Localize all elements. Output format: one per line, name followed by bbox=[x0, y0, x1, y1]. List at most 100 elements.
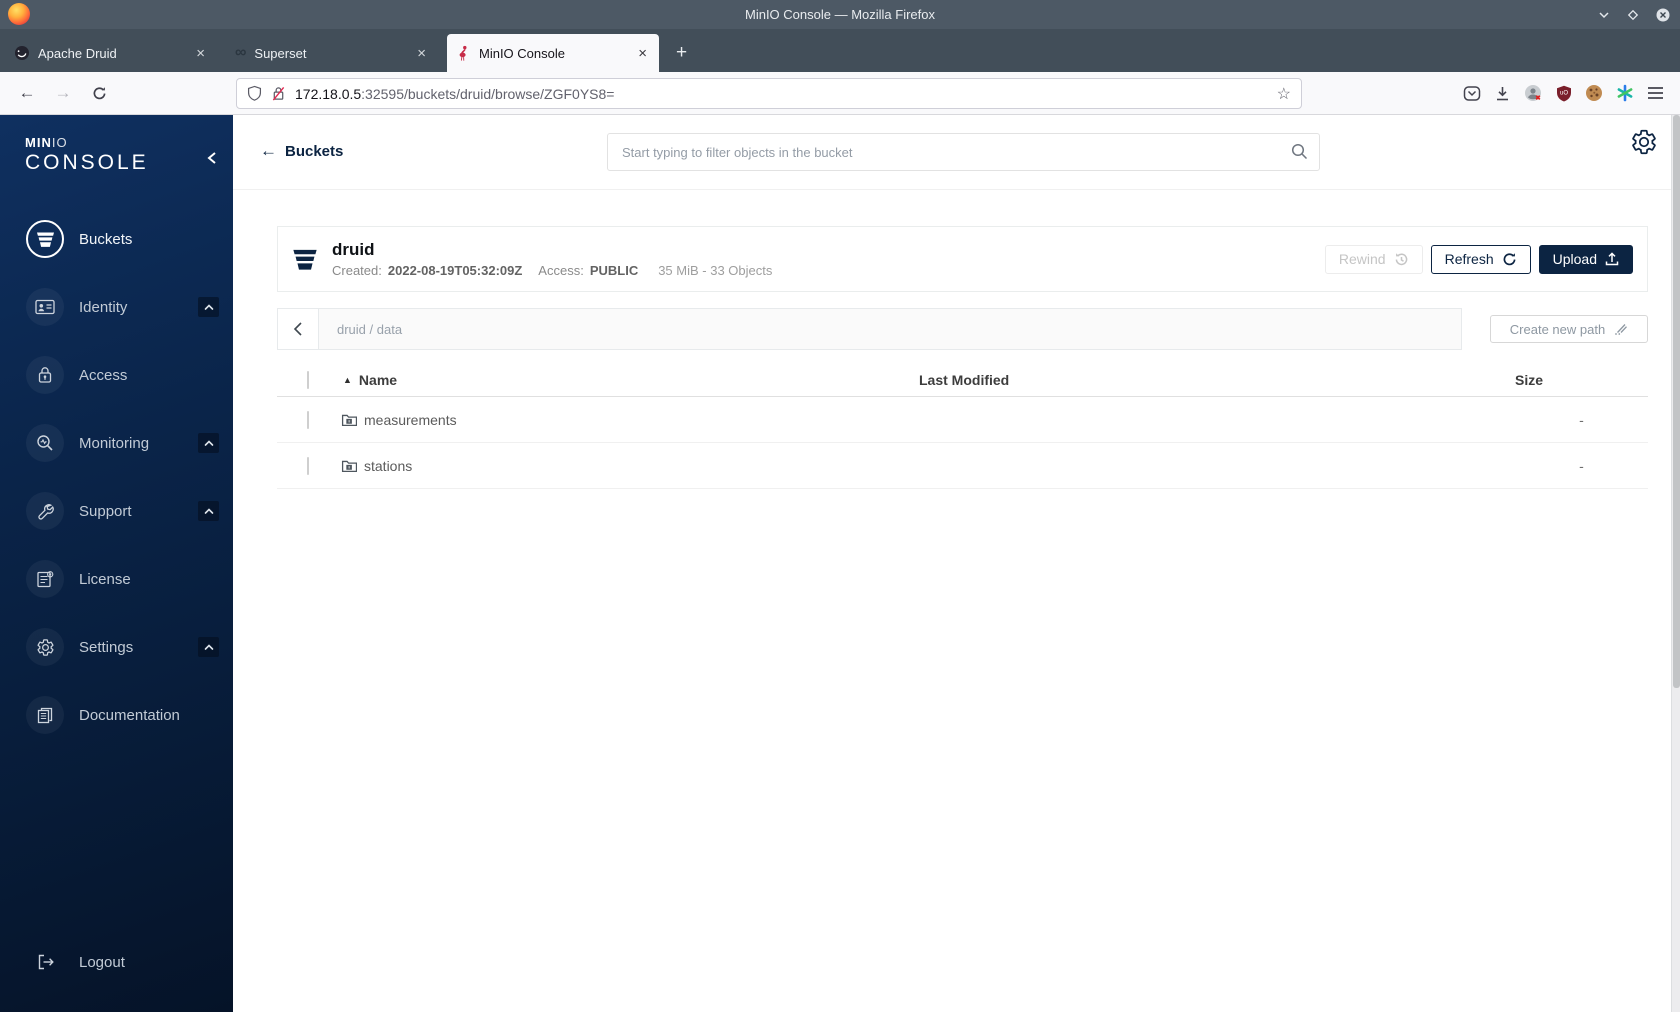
insecure-lock-icon[interactable] bbox=[271, 85, 286, 102]
pocket-icon[interactable] bbox=[1463, 85, 1481, 102]
license-icon bbox=[26, 560, 64, 598]
column-header-name[interactable]: Name bbox=[359, 372, 397, 388]
url-path: :32595/buckets/druid/browse/ZGF0YS8= bbox=[361, 85, 615, 102]
bookmark-star-icon[interactable]: ☆ bbox=[1277, 84, 1291, 104]
logo-min: MIN bbox=[25, 135, 52, 150]
tab-close-icon[interactable]: × bbox=[414, 45, 429, 62]
sidebar-item-label: Support bbox=[79, 502, 132, 520]
cookie-extension-icon[interactable] bbox=[1585, 84, 1603, 102]
path-row: druid / data Create new path bbox=[277, 308, 1648, 350]
url-bar[interactable]: 172.18.0.5:32595/buckets/druid/browse/ZG… bbox=[236, 78, 1302, 109]
objects-table: ▲ Name Last Modified Size measurements - bbox=[277, 364, 1648, 489]
sidebar-item-license[interactable]: License bbox=[0, 545, 233, 613]
settings-gear-icon bbox=[26, 628, 64, 666]
identity-icon bbox=[26, 288, 64, 326]
create-new-path-button[interactable]: Create new path bbox=[1490, 315, 1648, 343]
druid-favicon bbox=[15, 46, 29, 60]
table-row[interactable]: stations - bbox=[277, 443, 1648, 489]
create-path-icon bbox=[1615, 324, 1628, 335]
sidebar-item-label: Monitoring bbox=[79, 434, 150, 452]
chevron-up-icon[interactable] bbox=[198, 297, 219, 317]
logout-icon bbox=[26, 943, 64, 981]
bucket-summary-card: druid Created: 2022-08-19T05:32:09Z Acce… bbox=[277, 226, 1648, 292]
rewind-icon bbox=[1394, 251, 1407, 265]
url-host: 172.18.0.5 bbox=[295, 85, 362, 102]
downloads-icon[interactable] bbox=[1494, 85, 1511, 102]
back-button[interactable]: ← bbox=[12, 72, 42, 114]
create-path-label: Create new path bbox=[1509, 321, 1606, 337]
filter-objects-input[interactable] bbox=[607, 133, 1320, 171]
chevron-up-icon[interactable] bbox=[198, 433, 219, 453]
forward-button[interactable]: → bbox=[48, 72, 78, 114]
object-name[interactable]: measurements bbox=[364, 412, 457, 428]
documentation-icon bbox=[26, 696, 64, 734]
sidebar-item-support[interactable]: Support bbox=[0, 477, 233, 545]
sidebar-logout[interactable]: Logout bbox=[0, 928, 233, 996]
menu-hamburger-icon[interactable] bbox=[1647, 86, 1664, 100]
sidebar-item-buckets[interactable]: Buckets bbox=[0, 205, 233, 273]
logout-label: Logout bbox=[79, 953, 125, 971]
table-header-row: ▲ Name Last Modified Size bbox=[277, 364, 1648, 397]
logo-io: IO bbox=[51, 135, 68, 150]
multicolor-asterisk-extension-icon[interactable] bbox=[1616, 84, 1634, 102]
window-close-button[interactable] bbox=[1656, 8, 1670, 22]
sort-ascending-icon[interactable]: ▲ bbox=[343, 375, 352, 385]
tab-minio-console[interactable]: MinIO Console × bbox=[447, 34, 659, 72]
refresh-label: Refresh bbox=[1444, 251, 1494, 267]
browser-toolbar: ← → 172.18.0.5:32595/buckets/druid/brows… bbox=[0, 72, 1680, 115]
chevron-up-icon[interactable] bbox=[198, 501, 219, 521]
tab-close-icon[interactable]: × bbox=[635, 45, 650, 62]
created-value: 2022-08-19T05:32:09Z bbox=[387, 263, 523, 278]
window-maximize-button[interactable] bbox=[1627, 9, 1639, 21]
object-name[interactable]: stations bbox=[364, 458, 412, 474]
rewind-label: Rewind bbox=[1338, 251, 1386, 267]
sidebar-collapse-icon[interactable] bbox=[207, 151, 217, 170]
select-all-checkbox[interactable] bbox=[307, 371, 309, 389]
tab-apache-druid[interactable]: Apache Druid × bbox=[5, 34, 217, 72]
minio-favicon bbox=[459, 45, 467, 61]
search-icon bbox=[1291, 143, 1308, 165]
upload-icon bbox=[1605, 252, 1619, 266]
refresh-icon bbox=[1503, 251, 1516, 265]
tab-close-icon[interactable]: × bbox=[193, 45, 208, 62]
created-label: Created: bbox=[332, 263, 382, 278]
sidebar-item-access[interactable]: Access bbox=[0, 341, 233, 409]
page-scrollbar[interactable] bbox=[1671, 115, 1680, 1012]
upload-button[interactable]: Upload bbox=[1538, 244, 1633, 274]
ublock-icon[interactable]: uO bbox=[1556, 85, 1572, 102]
sidebar-item-label: Identity bbox=[79, 298, 128, 316]
sidebar-item-documentation[interactable]: Documentation bbox=[0, 681, 233, 749]
console-settings-gear-icon[interactable] bbox=[1630, 128, 1658, 161]
sidebar-item-settings[interactable]: Settings bbox=[0, 613, 233, 681]
window-titlebar: MinIO Console — Mozilla Firefox bbox=[0, 0, 1680, 29]
row-checkbox[interactable] bbox=[307, 410, 309, 429]
privacy-extension-icon[interactable] bbox=[1524, 84, 1543, 103]
path-back-button[interactable] bbox=[278, 309, 319, 349]
refresh-button[interactable]: Refresh bbox=[1430, 244, 1531, 274]
back-to-buckets-link[interactable]: ← Buckets bbox=[260, 141, 343, 161]
minio-sidebar: MINIO CONSOLE Buckets Identity Access Mo… bbox=[0, 115, 233, 1012]
row-checkbox[interactable] bbox=[307, 456, 309, 475]
window-minimize-button[interactable] bbox=[1598, 11, 1610, 19]
sidebar-item-identity[interactable]: Identity bbox=[0, 273, 233, 341]
superset-favicon: ∞ bbox=[235, 44, 247, 61]
breadcrumb-path[interactable]: druid / data bbox=[319, 309, 402, 349]
shield-permissions-icon[interactable] bbox=[247, 85, 262, 102]
scrollbar-thumb[interactable] bbox=[1673, 115, 1680, 688]
sidebar-item-label: Documentation bbox=[79, 706, 180, 724]
column-header-last-modified[interactable]: Last Modified bbox=[895, 372, 1515, 388]
tab-superset[interactable]: ∞ Superset × bbox=[226, 34, 438, 72]
chevron-up-icon[interactable] bbox=[198, 637, 219, 657]
bucket-size-summary: 35 MiB - 33 Objects bbox=[658, 263, 773, 278]
new-tab-button[interactable]: + bbox=[676, 42, 687, 64]
monitoring-icon bbox=[26, 424, 64, 462]
svg-text:uO: uO bbox=[1560, 90, 1568, 96]
column-header-size[interactable]: Size bbox=[1515, 372, 1648, 388]
table-row[interactable]: measurements - bbox=[277, 397, 1648, 443]
sidebar-item-monitoring[interactable]: Monitoring bbox=[0, 409, 233, 477]
sidebar-item-label: Settings bbox=[79, 638, 134, 656]
upload-label: Upload bbox=[1552, 251, 1597, 267]
reload-button[interactable] bbox=[84, 72, 114, 114]
rewind-button[interactable]: Rewind bbox=[1324, 244, 1423, 274]
tab-label: Apache Druid bbox=[38, 45, 117, 61]
